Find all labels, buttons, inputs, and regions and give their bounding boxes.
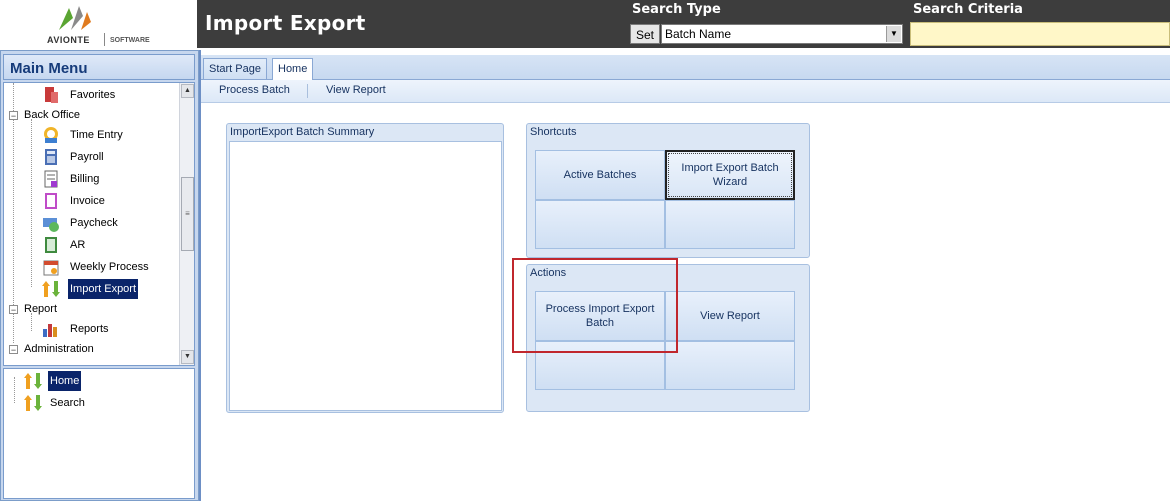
calendar-icon <box>43 260 59 276</box>
calculator-icon <box>45 149 57 165</box>
nav-item-search[interactable]: Search <box>4 393 184 413</box>
tree-item-import-export[interactable]: Import Export <box>4 279 176 299</box>
highlight-annotation <box>512 258 678 353</box>
tree-label: Reports <box>70 323 109 335</box>
tree-label: Administration <box>24 343 94 355</box>
import-export-icon <box>42 281 60 297</box>
home-icon <box>24 373 42 389</box>
tree-label: Time Entry <box>70 129 123 141</box>
tree-item-payroll[interactable]: Payroll <box>4 147 176 167</box>
set-button[interactable]: Set <box>630 24 660 44</box>
tree-item-weekly-process[interactable]: Weekly Process <box>4 257 176 277</box>
tree-label: Import Export <box>68 279 139 299</box>
nav-item-home[interactable]: Home <box>4 371 184 391</box>
scrollbar-thumb[interactable]: ≡ <box>181 177 194 251</box>
tree-item-reports[interactable]: Reports <box>4 319 176 339</box>
tree-item-favorites[interactable]: Favorites <box>4 85 176 105</box>
tree-label: Favorites <box>70 89 116 101</box>
tab-home[interactable]: Home <box>272 58 314 80</box>
time-entry-icon <box>44 127 58 143</box>
top-bar: Import Export Search Type Search Criteri… <box>197 0 1170 48</box>
search-criteria-label: Search Criteria <box>913 2 1023 17</box>
process-batch-button[interactable]: Process Batch <box>219 84 290 96</box>
tab-strip: Start Page Home <box>201 55 1170 80</box>
main-menu-header: Main Menu <box>3 54 195 80</box>
tree-label: Weekly Process <box>70 261 149 273</box>
batch-summary-title: ImportExport Batch Summary <box>230 126 375 138</box>
tree-item-back-office[interactable]: − Back Office <box>4 105 176 125</box>
collapse-icon[interactable]: − <box>9 111 18 121</box>
main-menu-title: Main Menu <box>10 60 88 77</box>
import-export-wizard-button[interactable]: Import Export Batch Wizard <box>665 150 795 200</box>
tab-start-page[interactable]: Start Page <box>203 58 267 79</box>
ar-icon <box>45 237 57 253</box>
chevron-down-icon[interactable]: ▼ <box>886 26 901 42</box>
tree-item-paycheck[interactable]: Paycheck <box>4 213 176 233</box>
batch-summary-list[interactable] <box>229 141 502 411</box>
paycheck-icon <box>43 218 59 232</box>
avionte-logo-icon <box>59 6 91 30</box>
search-criteria-input[interactable] <box>910 22 1170 46</box>
view-report-action-button[interactable]: View Report <box>665 291 795 341</box>
nav-tree: Home Search <box>3 368 195 499</box>
tree-item-administration[interactable]: − Administration <box>4 339 176 359</box>
tree-item-invoice[interactable]: Invoice <box>4 191 176 211</box>
search-nav-icon <box>24 395 42 411</box>
tree-item-report[interactable]: − Report <box>4 299 176 319</box>
tree-item-billing[interactable]: Billing <box>4 169 176 189</box>
reports-icon <box>43 324 57 337</box>
shortcut-empty-cell[interactable] <box>535 200 665 249</box>
scroll-down-icon[interactable]: ▼ <box>181 350 194 364</box>
search-type-value: Batch Name <box>665 27 732 41</box>
tree-label: Back Office <box>24 109 81 121</box>
tree-label: Billing <box>70 173 100 185</box>
tree-item-ar[interactable]: AR <box>4 235 176 255</box>
nav-label: Home <box>48 371 82 391</box>
tree-label: Invoice <box>70 195 105 207</box>
logo-brand: AVIONTE <box>47 35 90 45</box>
view-report-button[interactable]: View Report <box>326 84 386 96</box>
tree-label: AR <box>70 239 86 251</box>
tree-label: Report <box>24 303 58 315</box>
page-title: Import Export <box>205 11 366 35</box>
tree-scrollbar[interactable]: ▲ ≡ ▼ <box>179 83 194 365</box>
active-batches-button[interactable]: Active Batches <box>535 150 665 200</box>
main-menu-tree: Favorites − Back Office Time Entry Payro… <box>3 82 195 366</box>
toolbar: Process Batch View Report <box>201 80 1170 103</box>
logo-divider <box>104 33 105 46</box>
scroll-up-icon[interactable]: ▲ <box>181 84 194 98</box>
action-empty-cell[interactable] <box>665 341 795 390</box>
tree-label: Paycheck <box>70 217 118 229</box>
collapse-icon[interactable]: − <box>9 345 18 355</box>
shortcuts-title: Shortcuts <box>530 126 577 138</box>
nav-label: Search <box>50 397 85 409</box>
collapse-icon[interactable]: − <box>9 305 18 315</box>
logo: AVIONTE SOFTWARE <box>0 0 198 48</box>
toolbar-divider <box>307 84 308 98</box>
billing-icon <box>44 170 58 188</box>
search-type-label: Search Type <box>632 2 721 17</box>
invoice-icon <box>45 193 57 209</box>
logo-sub: SOFTWARE <box>110 37 150 44</box>
tree-label: Payroll <box>70 151 104 163</box>
favorites-icon <box>45 87 58 103</box>
tree-item-time-entry[interactable]: Time Entry <box>4 125 176 145</box>
search-type-select[interactable]: Batch Name ▼ <box>661 24 903 44</box>
shortcut-empty-cell[interactable] <box>665 200 795 249</box>
